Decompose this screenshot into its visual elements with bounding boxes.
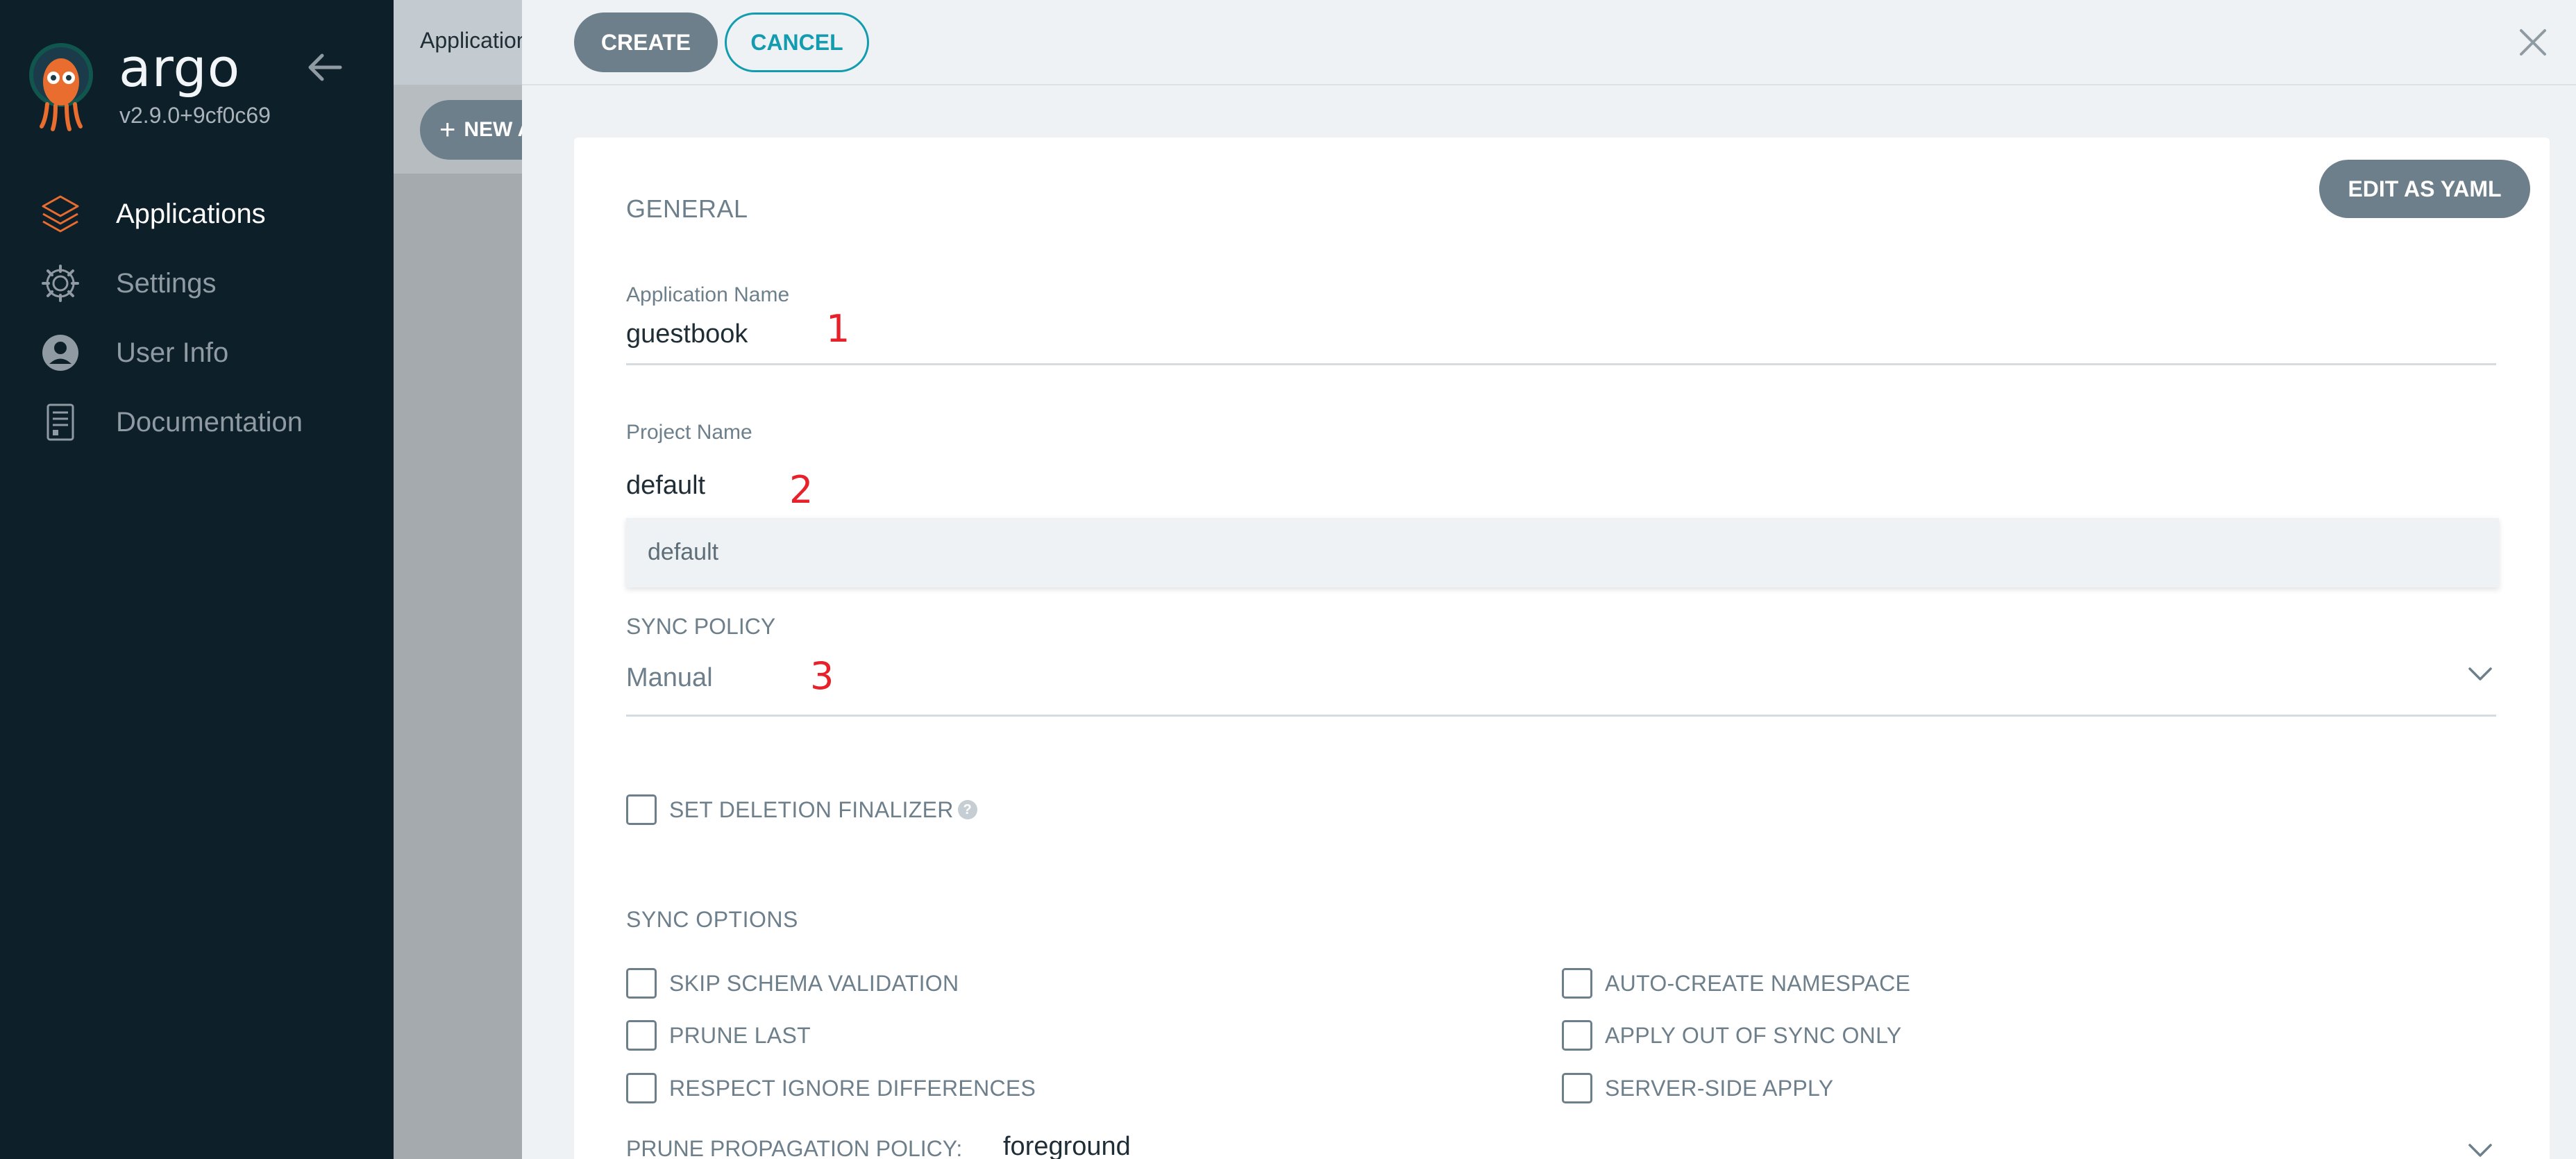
apply-out-of-sync-only-row[interactable]: APPLY OUT OF SYNC ONLY [1562,1020,1901,1051]
prune-propagation-policy-label: PRUNE PROPAGATION POLICY: [626,1136,963,1159]
annotation-marker-3: 3 [810,654,834,698]
respect-ignore-differences-row[interactable]: RESPECT IGNORE DIFFERENCES [626,1073,1036,1103]
annotation-marker-2: 2 [789,468,814,512]
auto-create-namespace-label: AUTO-CREATE NAMESPACE [1605,970,1911,996]
annotation-marker-1: 1 [826,307,850,351]
chevron-down-icon[interactable] [2468,1143,2493,1158]
create-button[interactable]: CREATE [574,12,718,72]
sidebar-item-label: Documentation [116,406,303,437]
create-application-panel: CREATE CANCEL EDIT AS YAML GENERAL Appli… [522,0,2576,1159]
skip-schema-validation-label: SKIP SCHEMA VALIDATION [669,970,959,996]
new-app-label: NEW APP [464,118,522,141]
document-icon [47,403,74,441]
respect-ignore-differences-label: RESPECT IGNORE DIFFERENCES [669,1075,1036,1101]
argo-logo-icon[interactable] [26,42,96,132]
prune-last-label: PRUNE LAST [669,1022,811,1048]
sync-policy-label: SYNC POLICY [626,614,776,639]
user-icon [42,335,78,371]
sidebar-item-settings[interactable]: Settings [0,249,394,318]
layers-icon [42,195,79,233]
version-label: v2.9.0+9cf0c69 [119,103,271,128]
new-app-button[interactable]: + NEW APP [420,100,522,160]
respect-ignore-differences-checkbox[interactable] [626,1073,657,1103]
application-form-card: EDIT AS YAML GENERAL Application Name gu… [574,137,2550,1159]
skip-schema-validation-row[interactable]: SKIP SCHEMA VALIDATION [626,968,959,999]
sidebar-item-documentation[interactable]: Documentation [0,387,394,457]
sidebar-nav: Applications Settings User Info Document… [0,179,394,457]
chevron-down-icon [2468,667,2492,681]
edit-as-yaml-button[interactable]: EDIT AS YAML [2319,160,2530,218]
sync-policy-select[interactable]: Manual [626,637,2496,714]
application-name-input[interactable]: guestbook [626,319,748,349]
prune-last-checkbox[interactable] [626,1020,657,1051]
project-name-input[interactable]: default [626,471,705,501]
sync-policy-value: Manual [626,663,713,692]
general-section-title: GENERAL [626,194,748,223]
help-icon[interactable]: ? [957,800,977,819]
set-deletion-finalizer-label: SET DELETION FINALIZER [669,797,954,822]
brand-name: argo [119,37,241,99]
apply-out-of-sync-only-label: APPLY OUT OF SYNC ONLY [1605,1022,1902,1048]
plus-icon: + [439,114,456,145]
sidebar-item-label: Applications [116,198,266,229]
prune-last-row[interactable]: PRUNE LAST [626,1020,811,1051]
background-toolbar-clip: + NEW APP [394,0,522,181]
sidebar-item-label: User Info [116,337,229,368]
sidebar-item-applications[interactable]: Applications [0,179,394,249]
close-icon[interactable] [2517,26,2549,58]
server-side-apply-row[interactable]: SERVER-SIDE APPLY [1562,1073,1833,1103]
server-side-apply-checkbox[interactable] [1562,1073,1592,1103]
sync-options-section-title: SYNC OPTIONS [626,907,798,932]
project-name-label: Project Name [626,421,752,444]
project-dropdown-menu: default [626,518,2499,587]
set-deletion-finalizer-checkbox-row[interactable]: SET DELETION FINALIZER ? [626,794,977,825]
auto-create-namespace-row[interactable]: AUTO-CREATE NAMESPACE [1562,968,1910,999]
cancel-button[interactable]: CANCEL [725,12,869,72]
panel-header: CREATE CANCEL [522,0,2576,85]
prune-propagation-policy-select[interactable]: foreground [1003,1132,1131,1159]
skip-schema-validation-checkbox[interactable] [626,968,657,999]
apply-out-of-sync-only-checkbox[interactable] [1562,1020,1592,1051]
auto-create-namespace-checkbox[interactable] [1562,968,1592,999]
collapse-sidebar-arrow-icon[interactable] [305,50,344,85]
gear-icon [42,265,79,302]
sidebar: argo v2.9.0+9cf0c69 Applications Setting… [0,0,394,1159]
sidebar-item-label: Settings [116,267,217,299]
set-deletion-finalizer-checkbox[interactable] [626,794,657,825]
application-name-underline [626,363,2496,365]
sidebar-item-user-info[interactable]: User Info [0,318,394,387]
project-option-default[interactable]: default [648,539,718,566]
sync-policy-underline [626,715,2496,717]
application-name-label: Application Name [626,283,790,306]
server-side-apply-label: SERVER-SIDE APPLY [1605,1075,1834,1101]
